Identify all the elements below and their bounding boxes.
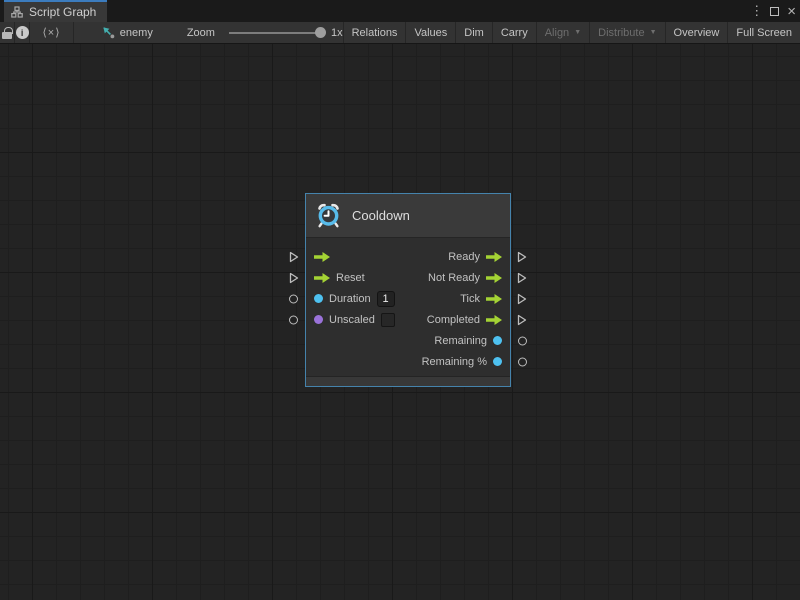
flow-output-port[interactable]: [517, 314, 527, 326]
value-input-port[interactable]: [289, 315, 298, 324]
cooldown-node[interactable]: Cooldown Ready: [305, 193, 511, 387]
port-label: Ready: [448, 251, 480, 263]
zoom-label: Zoom: [187, 27, 215, 39]
flow-output-port[interactable]: [517, 272, 527, 284]
distribute-label: Distribute: [598, 27, 644, 39]
full-screen-button[interactable]: Full Screen: [727, 22, 800, 43]
flow-input-port[interactable]: [289, 272, 299, 284]
value-port-icon[interactable]: [314, 315, 323, 324]
port-row: Duration 1 Tick: [306, 288, 510, 309]
graph-breadcrumb-label: enemy: [120, 27, 153, 39]
code-angle-icon: ⟨×⟩: [43, 26, 61, 39]
port-label: Unscaled: [329, 314, 375, 326]
window-controls: ⋮ ×: [750, 0, 796, 22]
script-machine-icon: [102, 26, 115, 39]
node-header[interactable]: Cooldown: [306, 194, 510, 238]
flow-input-port[interactable]: [289, 251, 299, 263]
graph-canvas[interactable]: Cooldown Ready: [0, 44, 800, 600]
overview-button[interactable]: Overview: [665, 22, 728, 43]
flow-arrow-icon[interactable]: [486, 252, 502, 262]
flow-arrow-icon[interactable]: [314, 273, 330, 283]
tab-title: Script Graph: [29, 5, 96, 19]
window-menu-icon[interactable]: ⋮: [750, 3, 762, 19]
script-graph-window: Script Graph ⋮ × i ⟨×⟩ enemy: [0, 0, 800, 600]
inspect-button[interactable]: i: [15, 22, 30, 43]
graph-toolbar: i ⟨×⟩ enemy Zoom 1x Relations Values: [0, 22, 800, 44]
align-label: Align: [545, 27, 569, 39]
preview-source-button[interactable]: ⟨×⟩: [30, 22, 74, 43]
port-row: Remaining: [306, 330, 510, 351]
value-port-icon[interactable]: [314, 294, 323, 303]
flow-arrow-icon[interactable]: [314, 252, 330, 262]
chevron-down-icon: ▼: [650, 29, 657, 36]
node-footer: [306, 376, 510, 386]
flow-output-port[interactable]: [517, 251, 527, 263]
alarm-clock-icon: [315, 202, 342, 229]
values-button[interactable]: Values: [405, 22, 455, 43]
graph-breadcrumb[interactable]: enemy: [96, 22, 159, 43]
flow-output-port[interactable]: [517, 293, 527, 305]
value-output-port[interactable]: [518, 336, 527, 345]
value-input-port[interactable]: [289, 294, 298, 303]
unscaled-checkbox[interactable]: [381, 313, 395, 327]
node-title: Cooldown: [352, 208, 410, 223]
graph-hierarchy-icon: [11, 6, 23, 18]
port-label: Not Ready: [428, 272, 480, 284]
port-row: Reset Not Ready: [306, 267, 510, 288]
close-icon[interactable]: ×: [787, 4, 796, 19]
port-label: Duration: [329, 293, 371, 305]
tab-script-graph[interactable]: Script Graph: [4, 0, 107, 22]
relations-button[interactable]: Relations: [343, 22, 406, 43]
align-button[interactable]: Align ▼: [536, 22, 589, 43]
lock-icon: [2, 32, 12, 39]
duration-input[interactable]: 1: [377, 291, 395, 307]
dim-button[interactable]: Dim: [455, 22, 492, 43]
value-port-icon[interactable]: [493, 336, 502, 345]
value-output-port[interactable]: [518, 357, 527, 366]
carry-button[interactable]: Carry: [492, 22, 536, 43]
zoom-slider-handle[interactable]: [315, 27, 326, 38]
port-row: Remaining %: [306, 351, 510, 372]
port-label: Remaining %: [422, 356, 487, 368]
port-label: Completed: [427, 314, 480, 326]
zoom-value: 1x: [331, 27, 343, 39]
zoom-slider[interactable]: [229, 32, 321, 34]
distribute-button[interactable]: Distribute ▼: [589, 22, 664, 43]
port-label: Remaining: [434, 335, 487, 347]
tab-bar: Script Graph ⋮ ×: [0, 0, 800, 22]
port-label: Reset: [336, 272, 365, 284]
flow-arrow-icon[interactable]: [486, 315, 502, 325]
maximize-icon[interactable]: [770, 7, 779, 16]
info-icon: i: [16, 26, 29, 39]
flow-arrow-icon[interactable]: [486, 273, 502, 283]
flow-arrow-icon[interactable]: [486, 294, 502, 304]
value-port-icon[interactable]: [493, 357, 502, 366]
node-body: Ready: [306, 238, 510, 376]
lock-button[interactable]: [0, 22, 15, 43]
port-label: Tick: [460, 293, 480, 305]
port-row: Ready: [306, 246, 510, 267]
port-row: Unscaled Completed: [306, 309, 510, 330]
chevron-down-icon: ▼: [574, 29, 581, 36]
zoom-control: Zoom 1x: [187, 22, 343, 43]
toolbar-buttons: Relations Values Dim Carry Align ▼ Distr…: [343, 22, 800, 43]
